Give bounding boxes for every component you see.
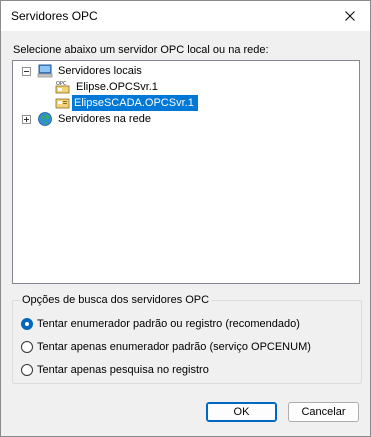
radio-button[interactable] xyxy=(21,364,33,376)
collapse-local-servers-toggle[interactable] xyxy=(22,67,31,76)
title-bar: Servidores OPC xyxy=(1,1,370,31)
tree-node-local-servers[interactable]: Servidores locais xyxy=(37,63,337,79)
tree-node-label: Elipse.OPCSvr.1 xyxy=(76,81,158,93)
radio-label: Tentar enumerador padrão ou registro (re… xyxy=(37,318,300,330)
radio-option-default-or-registry[interactable]: Tentar enumerador padrão ou registro (re… xyxy=(21,316,300,332)
tree-node-network-servers[interactable]: Servidores na rede xyxy=(37,111,337,127)
cancel-button[interactable]: Cancelar xyxy=(288,402,359,422)
tree-node-label: Servidores na rede xyxy=(58,113,151,125)
close-icon xyxy=(345,11,355,21)
radio-button[interactable] xyxy=(21,318,33,330)
opc-server-icon: OPC xyxy=(55,81,70,94)
tree-node-elipse-opcsvr[interactable]: OPC Elipse.OPCSvr.1 xyxy=(55,79,335,95)
ok-button[interactable]: OK xyxy=(206,402,277,422)
expand-network-servers-toggle[interactable] xyxy=(22,115,31,124)
search-options-caption: Opções de busca dos servidores OPC xyxy=(20,294,212,306)
window-title: Servidores OPC xyxy=(11,9,98,23)
tree-node-elipsescada-opcsvr[interactable]: ElipseSCADA.OPCSvr.1 xyxy=(72,95,198,111)
opc-servers-dialog: Servidores OPC Selecione abaixo um servi… xyxy=(0,0,371,437)
opc-server-icon xyxy=(55,98,70,109)
radio-button[interactable] xyxy=(21,341,33,353)
tree-node-label: Servidores locais xyxy=(58,65,142,77)
radio-label: Tentar apenas pesquisa no registro xyxy=(37,364,209,376)
close-button[interactable] xyxy=(330,1,370,31)
radio-option-default-only[interactable]: Tentar apenas enumerador padrão (serviço… xyxy=(21,339,311,355)
server-tree[interactable]: Servidores locais OPC Elipse.OPCSvr.1 El… xyxy=(12,60,360,284)
computer-icon xyxy=(37,64,53,78)
radio-option-registry-only[interactable]: Tentar apenas pesquisa no registro xyxy=(21,362,209,378)
radio-label: Tentar apenas enumerador padrão (serviço… xyxy=(37,341,311,353)
tree-node-label: ElipseSCADA.OPCSvr.1 xyxy=(74,97,194,109)
globe-icon xyxy=(38,112,52,126)
server-select-prompt: Selecione abaixo um servidor OPC local o… xyxy=(13,44,269,56)
